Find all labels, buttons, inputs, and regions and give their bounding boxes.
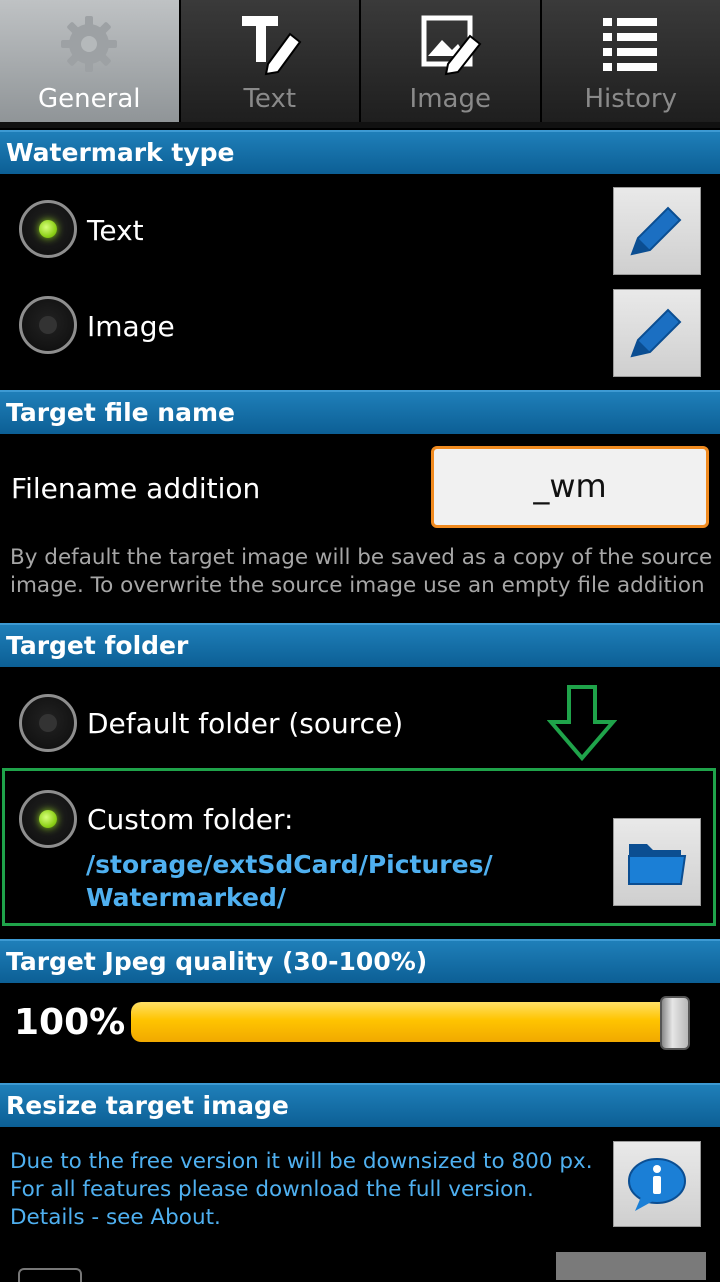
- tab-image-label: Image: [410, 84, 491, 114]
- tab-text[interactable]: Text: [181, 0, 362, 124]
- default-folder-label: Default folder (source): [87, 707, 403, 740]
- filename-addition-input[interactable]: _wm: [431, 446, 709, 528]
- jpeg-quality-header: Target Jpeg quality (30-100%): [0, 939, 720, 983]
- custom-folder-path-line2: Watermarked/: [86, 881, 493, 914]
- tab-history-label: History: [585, 84, 678, 114]
- resize-target-header: Resize target image: [0, 1083, 720, 1127]
- tab-history[interactable]: History: [542, 0, 720, 124]
- watermark-image-label: Image: [87, 310, 175, 343]
- info-icon: [625, 1155, 689, 1213]
- pencil-icon: [626, 200, 688, 262]
- arrow-down-icon: [547, 684, 617, 762]
- filename-addition-label: Filename addition: [11, 472, 260, 505]
- jpeg-quality-slider[interactable]: [131, 1002, 686, 1042]
- radio-dot: [39, 220, 57, 238]
- tab-bar: General Text Image: [0, 0, 720, 124]
- radio-custom-folder[interactable]: [19, 790, 77, 848]
- radio-dot: [39, 810, 57, 828]
- watermark-text-label: Text: [87, 214, 144, 247]
- target-folder-header: Target folder: [0, 623, 720, 667]
- radio-dot: [39, 316, 57, 334]
- radio-dot: [39, 714, 57, 732]
- partial-button[interactable]: [556, 1252, 706, 1280]
- resize-info-text: Due to the free version it will be downs…: [10, 1148, 610, 1232]
- edit-image-watermark-button[interactable]: [613, 289, 701, 377]
- image-pen-icon: [410, 12, 490, 76]
- jpeg-quality-value: 100%: [14, 1002, 125, 1043]
- text-pen-icon: [230, 12, 310, 76]
- resize-info-line2: For all features please download the ful…: [10, 1176, 610, 1204]
- tab-bar-divider: [0, 122, 720, 128]
- tab-text-label: Text: [243, 84, 296, 114]
- filename-description: By default the target image will be save…: [10, 544, 715, 600]
- radio-watermark-image[interactable]: [19, 296, 77, 354]
- resize-info-line3: Details - see About.: [10, 1204, 610, 1232]
- custom-folder-label: Custom folder:: [87, 803, 293, 836]
- info-button[interactable]: [613, 1141, 701, 1227]
- tab-image[interactable]: Image: [361, 0, 542, 124]
- resize-info-line1: Due to the free version it will be downs…: [10, 1148, 610, 1176]
- edit-text-watermark-button[interactable]: [613, 187, 701, 275]
- gear-icon: [49, 12, 129, 76]
- watermark-type-header: Watermark type: [0, 130, 720, 174]
- tab-general-label: General: [38, 84, 140, 114]
- custom-folder-path[interactable]: /storage/extSdCard/Pictures/ Watermarked…: [86, 848, 493, 914]
- list-icon: [591, 12, 671, 76]
- target-file-name-header: Target file name: [0, 390, 720, 434]
- jpeg-quality-slider-thumb[interactable]: [660, 996, 690, 1050]
- custom-folder-path-line1: /storage/extSdCard/Pictures/: [86, 848, 493, 881]
- radio-watermark-text[interactable]: [19, 200, 77, 258]
- jpeg-quality-slider-fill: [131, 1002, 686, 1042]
- pencil-icon: [626, 302, 688, 364]
- radio-default-folder[interactable]: [19, 694, 77, 752]
- choose-folder-button[interactable]: [613, 818, 701, 906]
- tab-general[interactable]: General: [0, 0, 181, 124]
- folder-icon: [625, 834, 689, 890]
